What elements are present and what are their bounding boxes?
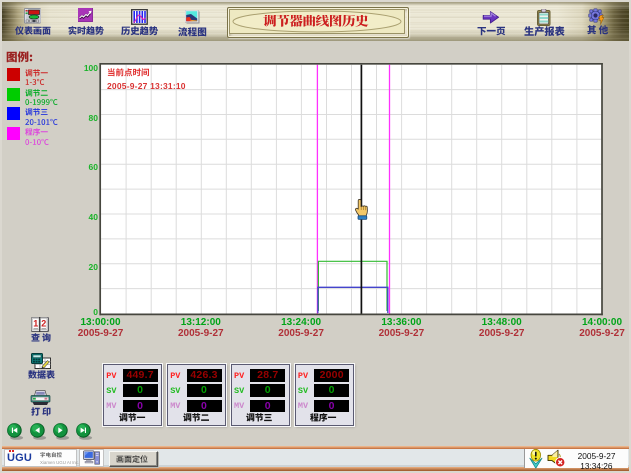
svg-text:1: 1 xyxy=(33,318,38,328)
svg-text:2: 2 xyxy=(41,318,46,328)
